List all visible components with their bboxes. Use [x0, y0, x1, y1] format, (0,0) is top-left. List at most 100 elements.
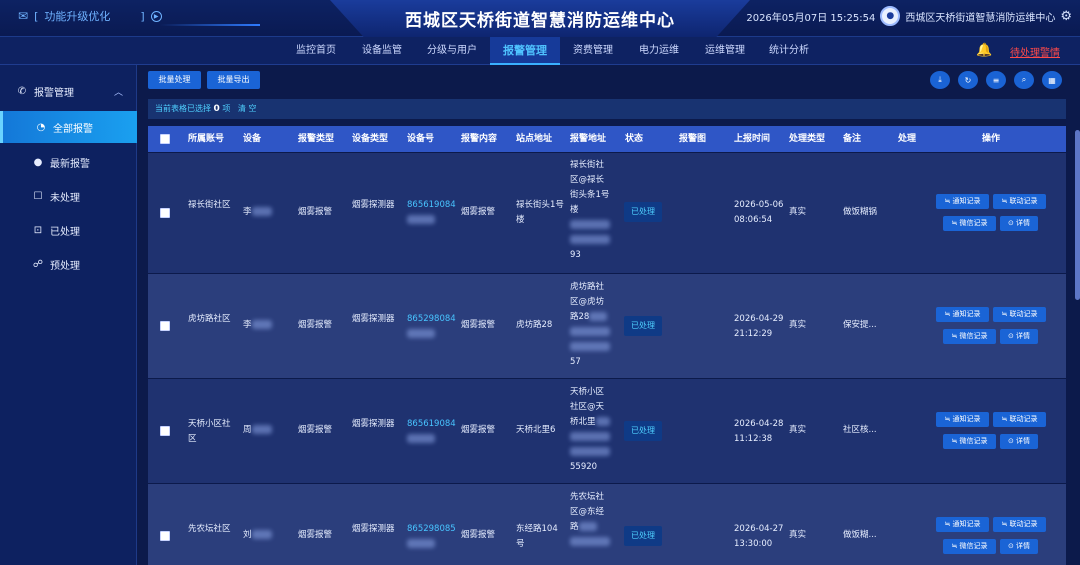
col-time: 上报时间: [734, 134, 771, 144]
download-icon[interactable]: ⤓: [930, 71, 950, 89]
nav-item-stats[interactable]: 统计分析: [760, 37, 818, 65]
alarm-type-cell: 烟雾报警: [298, 530, 333, 540]
sidebar-item-label: 全部报警: [53, 123, 93, 135]
account-cell: 先农坛社区: [188, 524, 231, 534]
detail-button[interactable]: ⊙ 详情: [1000, 434, 1038, 449]
device-cell: 李: [243, 318, 272, 333]
account-cell: 虎坊路社区: [188, 314, 231, 324]
device-no-link[interactable]: 865298084: [407, 312, 456, 342]
device-type-cell: 烟雾探测器: [352, 524, 395, 534]
filter-icon[interactable]: ≡: [986, 71, 1006, 89]
search-icon[interactable]: ⌕: [1014, 71, 1034, 89]
wechat-record-button[interactable]: ≒ 微信记录: [943, 539, 996, 554]
title-banner: 西城区天桥街道智慧消防运维中心: [330, 0, 750, 37]
nav-item-fee[interactable]: 资费管理: [564, 37, 622, 65]
linkage-record-button[interactable]: ≒ 联动记录: [993, 517, 1046, 532]
lock-icon: ⊡: [33, 224, 43, 236]
col-alarm-type: 报警类型: [298, 134, 335, 144]
bell-icon[interactable]: 🔔: [976, 43, 992, 58]
nav-item-ops[interactable]: 运维管理: [696, 37, 754, 65]
device-no-link[interactable]: 865619084: [407, 417, 456, 447]
account-cell: 天桥小区社区: [188, 419, 231, 444]
pending-alerts-link[interactable]: 待处理警情: [1010, 44, 1060, 59]
remark-cell: 做饭糊...: [843, 530, 877, 540]
sidebar-item-preprocess[interactable]: ☍ 预处理: [0, 248, 137, 280]
detail-button[interactable]: ⊙ 详情: [1000, 216, 1038, 231]
table-header: 所属账号 设备 报警类型 设备类型 设备号 报警内容 站点地址 报警地址 状态 …: [148, 126, 1066, 152]
detail-button[interactable]: ⊙ 详情: [1000, 539, 1038, 554]
batch-export-button[interactable]: 批量导出: [207, 71, 260, 89]
header-decoration: [160, 24, 260, 26]
feature-upgrade-link[interactable]: ✉ [ 功能升级优化 ] ▶: [18, 8, 162, 24]
notify-record-button[interactable]: ≒ 通知记录: [936, 412, 989, 427]
row-checkbox[interactable]: [160, 321, 170, 331]
avatar[interactable]: ●: [880, 6, 901, 26]
col-remark: 备注: [843, 134, 862, 144]
nav-item-device[interactable]: 设备监管: [352, 37, 412, 65]
notify-record-button[interactable]: ≒ 通知记录: [936, 517, 989, 532]
status-badge: 已处理: [624, 526, 662, 546]
content-cell: 烟雾报警: [461, 320, 496, 330]
nav-item-power[interactable]: 电力运维: [630, 37, 688, 65]
selection-bar: 当前表格已选择 0 项 清 空: [148, 99, 1066, 119]
device-no-link[interactable]: 865619084: [407, 198, 456, 228]
main-content: 批量处理 批量导出 ⤓ ↻ ≡ ⌕ ▦ 当前表格已选择 0 项 清 空 所属账号…: [137, 65, 1072, 565]
device-cell: 李: [243, 205, 272, 220]
selection-prefix: 当前表格已选择: [155, 104, 211, 113]
vertical-scrollbar[interactable]: [1075, 130, 1080, 300]
notify-record-button[interactable]: ≒ 通知记录: [936, 307, 989, 322]
row-checkbox[interactable]: [160, 208, 170, 218]
top-bar: ✉ [ 功能升级优化 ] ▶ 西城区天桥街道智慧消防运维中心 2026年05月0…: [0, 0, 1080, 37]
site-cell: 东经路104号: [516, 524, 558, 549]
col-address: 报警地址: [570, 134, 607, 144]
chat-icon: ☍: [32, 258, 44, 270]
selection-suffix: 项: [222, 104, 231, 113]
selection-count: 0: [213, 104, 220, 114]
table-row: 先农坛社区 刘 烟雾报警 烟雾探测器 865298085 烟雾报警 东经路104…: [148, 484, 1066, 565]
refresh-circle-icon: ◔: [36, 121, 46, 133]
content-cell: 烟雾报警: [461, 207, 496, 217]
page-title: 西城区天桥街道智慧消防运维中心: [405, 11, 675, 31]
wechat-record-button[interactable]: ≒ 微信记录: [943, 216, 996, 231]
nav-item-users[interactable]: 分级与用户: [418, 37, 486, 65]
row-checkbox[interactable]: [160, 426, 170, 436]
content-cell: 烟雾报警: [461, 425, 496, 435]
linkage-record-button[interactable]: ≒ 联动记录: [993, 412, 1046, 427]
time-cell: 2026-05-06 08:06:54: [734, 200, 784, 225]
content-cell: 烟雾报警: [461, 530, 496, 540]
linkage-record-button[interactable]: ≒ 联动记录: [993, 307, 1046, 322]
columns-icon[interactable]: ▦: [1042, 71, 1062, 89]
play-icon[interactable]: ▶: [150, 10, 162, 22]
org-name[interactable]: 西城区天桥街道智慧消防运维中心: [905, 9, 1055, 24]
detail-button[interactable]: ⊙ 详情: [1000, 329, 1038, 344]
main-nav: 监控首页 设备监管 分级与用户 报警管理 资费管理 电力运维 运维管理 统计分析…: [0, 37, 1080, 65]
refresh-icon[interactable]: ↻: [958, 71, 978, 89]
datetime: 2026年05月07日 15:25:54: [746, 12, 876, 24]
batch-process-button[interactable]: 批量处理: [148, 71, 201, 89]
col-device: 设备: [243, 134, 262, 144]
nav-item-monitor[interactable]: 监控首页: [286, 37, 346, 65]
sidebar-item-handled[interactable]: ⊡ 已处理: [0, 214, 137, 246]
feature-upgrade-label: 功能升级优化: [44, 10, 111, 23]
site-cell: 禄长街头1号楼: [516, 200, 564, 225]
gear-icon[interactable]: ⚙: [1060, 9, 1072, 24]
sidebar-section-alarm[interactable]: ✆ 报警管理 ︿: [0, 79, 137, 103]
table-row: 禄长街社区 李 烟雾报警 烟雾探测器 865619084 烟雾报警 禄长街头1号…: [148, 153, 1066, 273]
row-checkbox[interactable]: [160, 531, 170, 541]
col-site: 站点地址: [516, 134, 553, 144]
linkage-record-button[interactable]: ≒ 联动记录: [993, 194, 1046, 209]
sidebar-item-unhandled[interactable]: ☐ 未处理: [0, 180, 137, 212]
wechat-record-button[interactable]: ≒ 微信记录: [943, 329, 996, 344]
device-type-cell: 烟雾探测器: [352, 200, 395, 210]
sidebar-item-all[interactable]: ◔ 全部报警: [0, 111, 137, 143]
device-no-link[interactable]: 865298085: [407, 522, 456, 552]
remark-cell: 社区核...: [843, 425, 877, 435]
header-right: 2026年05月07日 15:25:54 ● 西城区天桥街道智慧消防运维中心 ⚙: [746, 6, 1072, 26]
select-all-checkbox[interactable]: [160, 134, 170, 144]
wechat-record-button[interactable]: ≒ 微信记录: [943, 434, 996, 449]
notify-record-button[interactable]: ≒ 通知记录: [936, 194, 989, 209]
nav-item-alarm[interactable]: 报警管理: [490, 37, 560, 65]
clear-selection-link[interactable]: 清 空: [238, 104, 257, 113]
sidebar-item-latest[interactable]: ● 最新报警: [0, 146, 137, 178]
table-row: 天桥小区社区 周 烟雾报警 烟雾探测器 865619084 烟雾报警 天桥北里6…: [148, 379, 1066, 483]
